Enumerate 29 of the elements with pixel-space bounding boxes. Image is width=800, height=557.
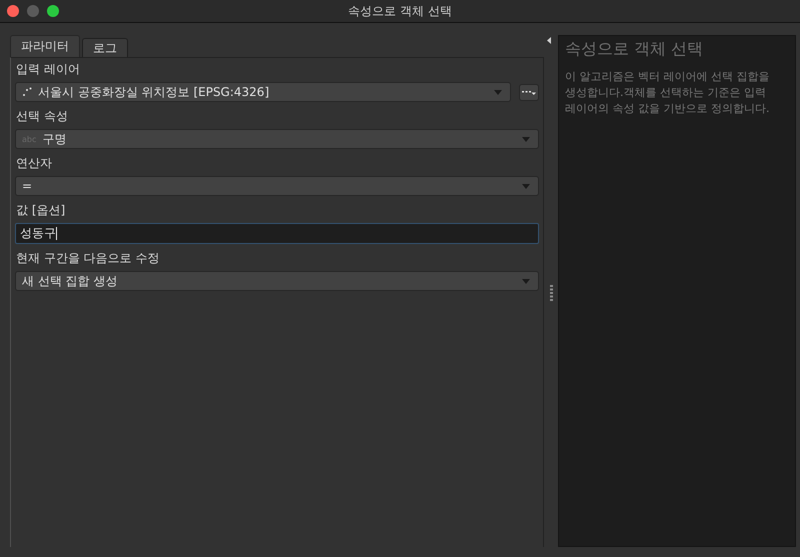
field-label: 선택 속성: [15, 108, 69, 124]
point-layer-icon: [22, 87, 32, 97]
field-label: 현재 구간을 다음으로 수정: [15, 250, 160, 266]
dropdown[interactable]: 서울시 공중화장실 위치정보 [EPSG:4326]: [15, 82, 511, 102]
splitter-handle-icon[interactable]: [550, 285, 553, 301]
field-label: 입력 레이어: [15, 61, 81, 77]
close-button[interactable]: [7, 5, 19, 17]
dropdown[interactable]: =: [15, 176, 539, 196]
caret-icon: [522, 184, 530, 188]
caret-icon: [522, 278, 530, 284]
field-label: 값 [옵션]: [15, 202, 66, 218]
zoom-button[interactable]: [47, 5, 59, 17]
tab[interactable]: 로그: [82, 38, 128, 57]
ellipsis-icon: [522, 90, 536, 94]
window-title: 속성으로 객체 선택: [348, 2, 452, 20]
browse-button[interactable]: [519, 84, 539, 100]
dropdown-value: 서울시 공중화장실 위치정보 [EPSG:4326]: [38, 84, 270, 100]
collapse-arrow-icon[interactable]: [547, 37, 551, 44]
tab[interactable]: 파라미터: [10, 35, 80, 57]
help-title: 속성으로 객체 선택: [565, 38, 704, 60]
dropdown-value: 새 선택 집합 생성: [22, 272, 118, 290]
dropdown[interactable]: 새 선택 집합 생성: [15, 271, 539, 291]
caret-icon: [522, 136, 530, 142]
help-text: 이 알고리즘은 벡터 레이어에 선택 집합을 생성합니다.객체를 선택하는 기준은 입력 레이어의 속성 값을 기반으로 정의합니다.: [565, 69, 770, 117]
dropdown-value: 구명: [42, 130, 68, 148]
field-label: 연산자: [15, 155, 53, 171]
dropdown-value: =: [22, 179, 34, 193]
input-field[interactable]: 성동구: [15, 223, 539, 244]
caret-icon: [494, 90, 502, 94]
